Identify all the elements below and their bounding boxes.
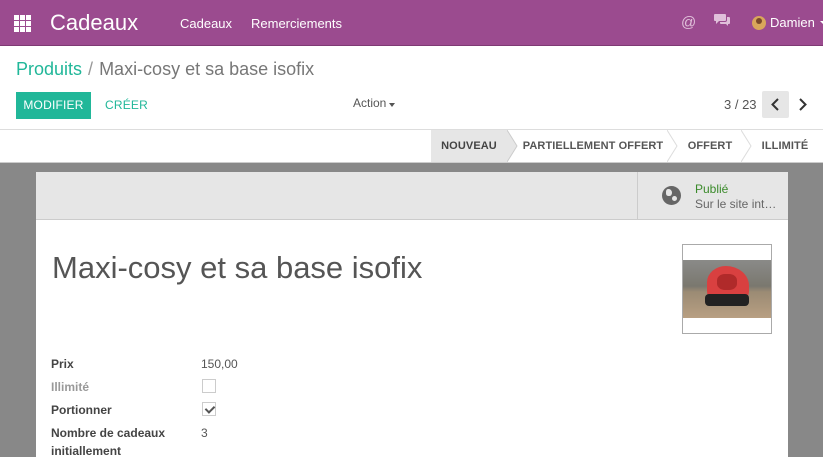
user-name: Damien: [770, 15, 815, 30]
record-title[interactable]: Maxi-cosy et sa base isofix: [52, 250, 422, 286]
initial-count-value[interactable]: 3: [201, 426, 208, 440]
stage-partiellement-offert[interactable]: PARTIELLEMENT OFFERT: [519, 130, 667, 162]
chat-icon[interactable]: [714, 13, 731, 32]
publish-subtitle: Sur le site int…: [695, 197, 777, 211]
stage-separator: [741, 130, 753, 162]
user-menu[interactable]: Damien: [752, 15, 823, 30]
unlimited-label: Illimité: [51, 380, 90, 394]
stage-nouveau[interactable]: NOUVEAU: [431, 130, 507, 162]
create-button[interactable]: CRÉER: [105, 98, 148, 112]
apps-grid-icon[interactable]: [14, 15, 31, 32]
button-box: Publié Sur le site int…: [36, 172, 788, 220]
breadcrumb-separator: /: [88, 59, 94, 79]
stage-offert[interactable]: OFFERT: [679, 130, 741, 162]
app-title: Cadeaux: [50, 10, 139, 35]
statusbar: NOUVEAU PARTIELLEMENT OFFERT OFFERT ILLI…: [0, 130, 823, 163]
chevron-down-icon: [389, 103, 396, 107]
share-label: Portionner: [51, 403, 112, 417]
form-sheet: Publié Sur le site int… Maxi-cosy et sa …: [36, 172, 788, 457]
publish-toggle-button[interactable]: Publié Sur le site int…: [637, 172, 788, 220]
edit-button[interactable]: MODIFIER: [16, 92, 91, 119]
share-checkbox[interactable]: [202, 402, 216, 416]
breadcrumb: Produits / Maxi-cosy et sa base isofix: [16, 59, 314, 80]
unlimited-checkbox[interactable]: [202, 379, 216, 393]
breadcrumb-parent[interactable]: Produits: [16, 59, 82, 79]
top-navbar: Cadeaux Cadeaux Remerciements @ Damien: [0, 0, 823, 46]
product-image[interactable]: [682, 244, 772, 334]
chevron-left-icon: [771, 98, 779, 111]
breadcrumb-current: Maxi-cosy et sa base isofix: [99, 59, 315, 79]
publish-state: Publié: [695, 182, 729, 196]
globe-icon: [662, 186, 681, 205]
at-mention-icon[interactable]: @: [681, 14, 696, 31]
initial-count-label-line1: Nombre de cadeaux: [51, 426, 166, 440]
stage-separator: [667, 130, 679, 162]
initial-count-label-line2: initiallement: [51, 444, 122, 457]
menu-remerciements[interactable]: Remerciements: [251, 16, 342, 31]
initial-count-label: Nombre de cadeaux initiallement: [51, 426, 165, 457]
avatar: [752, 15, 766, 30]
price-value[interactable]: 150,00: [201, 357, 238, 371]
pager-value[interactable]: 3 / 23: [724, 97, 757, 112]
price-label: Prix: [51, 357, 74, 371]
pager-next-button[interactable]: [789, 91, 816, 118]
pager-previous-button[interactable]: [762, 91, 789, 118]
chevron-right-icon: [799, 98, 807, 111]
stage-illimite[interactable]: ILLIMITÉ: [753, 130, 817, 162]
action-label: Action: [353, 96, 387, 110]
stage-separator: [507, 130, 519, 162]
car-seat-photo: [683, 260, 771, 318]
menu-cadeaux[interactable]: Cadeaux: [180, 16, 232, 31]
action-dropdown[interactable]: Action: [353, 96, 396, 110]
